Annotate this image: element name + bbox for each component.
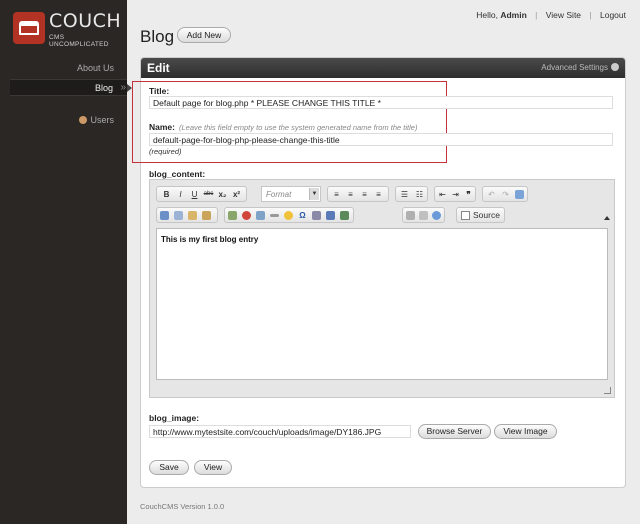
format-select[interactable]: Format ▼ [261,186,321,202]
indent-icon[interactable]: ⇥ [450,189,461,200]
rich-text-editor: B I U abc x₂ x² Format ▼ ≡ ≡ ≡ ≡ ☰ ☷ ⇤ ⇥ … [149,179,615,398]
smiley-icon[interactable] [284,211,293,220]
basic-style-group: B I U abc x₂ x² [156,186,247,202]
source-icon [461,211,470,220]
name-label: Name: (Leave this field empty to use the … [149,122,418,132]
footer-version: CouchCMS Version 1.0.0 [140,502,225,511]
browse-server-button[interactable]: Browse Server [418,424,491,439]
panel-header: Edit Advanced Settings [141,58,625,78]
image-icon[interactable] [228,211,237,220]
active-marker-icon: » [120,82,126,93]
logout-link[interactable]: Logout [600,10,626,20]
sidebar-item-users[interactable]: Users [79,115,114,125]
align-group: ≡ ≡ ≡ ≡ [327,186,389,202]
subscript-icon[interactable]: x₂ [217,189,228,200]
advanced-settings-label: Advanced Settings [541,63,608,72]
unlink-icon[interactable] [340,211,349,220]
strikethrough-icon[interactable]: abc [203,189,214,200]
sidebar-item-label: Users [90,115,114,125]
italic-icon[interactable]: I [175,189,186,200]
name-hint: (Leave this field empty to use the syste… [178,123,418,132]
page-break-icon[interactable] [312,211,321,220]
content-label: blog_content: [149,169,206,179]
align-right-icon[interactable]: ≡ [359,189,370,200]
superscript-icon[interactable]: x² [231,189,242,200]
name-input[interactable]: default-page-for-blog-php-please-change-… [149,133,613,146]
view-button[interactable]: View [194,460,232,475]
redo-icon[interactable]: ↷ [500,189,511,200]
blockquote-icon[interactable]: ❞ [463,189,474,200]
sidebar-item-blog[interactable]: Blog » [10,79,127,96]
maximize-icon[interactable] [406,211,415,220]
clipboard-group [156,207,218,223]
divider: | [589,10,592,20]
numbered-list-icon[interactable]: ☰ [399,189,410,200]
bullet-list-icon[interactable]: ☷ [414,189,425,200]
save-button[interactable]: Save [149,460,189,475]
insert-group: Ω [224,207,354,223]
add-new-button[interactable]: Add New [177,27,231,43]
link-icon[interactable] [326,211,335,220]
chevron-down-icon: ▼ [309,188,319,200]
preview-icon[interactable] [432,211,441,220]
gear-icon [611,63,619,71]
editor-text: This is my first blog entry [161,235,259,244]
logo-wordmark: COUCH [49,10,122,32]
top-user-bar: Hello, Admin | View Site | Logout [476,10,626,20]
title-input[interactable]: Default page for blog.php * PLEASE CHANG… [149,96,613,109]
align-justify-icon[interactable]: ≡ [373,189,384,200]
show-blocks-icon[interactable] [419,211,428,220]
eraser-icon[interactable] [515,190,524,199]
table-icon[interactable] [256,211,265,220]
panel-title: Edit [147,61,170,75]
flash-icon[interactable] [242,211,251,220]
outdent-icon[interactable]: ⇤ [437,189,448,200]
sidebar-item-label: Blog [94,83,113,93]
special-char-icon[interactable]: Ω [297,210,308,221]
source-button[interactable]: Source [456,207,505,223]
paste-word-icon[interactable] [202,211,211,220]
image-url-input[interactable]: http://www.mytestsite.com/couch/uploads/… [149,425,411,438]
title-label: Title: [149,86,170,96]
collapse-toolbar-icon[interactable] [604,216,610,220]
divider: | [535,10,538,20]
resize-handle-icon[interactable] [604,387,611,394]
users-icon [79,116,88,124]
view-site-link[interactable]: View Site [546,10,581,20]
horizontal-rule-icon[interactable] [270,214,279,217]
list-group: ☰ ☷ [395,186,428,202]
copy-icon[interactable] [174,211,183,220]
underline-icon[interactable]: U [189,189,200,200]
image-label: blog_image: [149,413,200,423]
username: Admin [500,10,527,20]
required-note: (required) [149,147,182,156]
sofa-icon [13,12,45,44]
view-group [402,207,445,223]
greeting: Hello, [476,10,498,20]
undo-icon[interactable]: ↶ [486,189,497,200]
indent-group: ⇤ ⇥ ❞ [434,186,476,202]
advanced-settings-toggle[interactable]: Advanced Settings [541,63,619,72]
couch-logo[interactable]: COUCH CMS UNCOMPLICATED [13,10,121,48]
paste-icon[interactable] [188,211,197,220]
align-center-icon[interactable]: ≡ [345,189,356,200]
align-left-icon[interactable]: ≡ [331,189,342,200]
editor-content-area[interactable]: This is my first blog entry [156,228,608,380]
logo-tagline: CMS UNCOMPLICATED [49,34,109,48]
history-group: ↶ ↷ [482,186,528,202]
view-image-button[interactable]: View Image [494,424,557,439]
page-title: Blog [140,27,175,46]
sidebar: COUCH CMS UNCOMPLICATED About Us Blog » … [0,0,127,524]
sidebar-item-about-us[interactable]: About Us [77,63,114,73]
bold-icon[interactable]: B [161,189,172,200]
cut-icon[interactable] [160,211,169,220]
